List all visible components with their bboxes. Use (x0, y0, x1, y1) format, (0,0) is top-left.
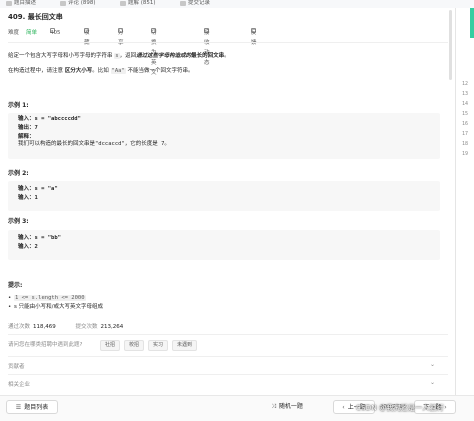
related-companies-section[interactable]: 相关企业 (8, 380, 30, 388)
problem-title: 409. 最长回文串 (8, 13, 63, 21)
divider (8, 356, 448, 357)
divider (8, 374, 448, 375)
code-editor-gutter: 12 13 14 15 16 17 18 19 (456, 8, 474, 403)
watermark: CSDN @我究还是一人独行 (356, 404, 444, 412)
example-block: 输入：s = "abccccdd" 输出：7 解释： 我们可以构造的最长的回文串… (8, 113, 440, 159)
example-block: 输入：s = "a" 输入：1 (8, 181, 440, 211)
line-number: 15 (462, 111, 469, 117)
comment-icon (60, 0, 66, 6)
chevron-left-icon: ‹ (342, 404, 345, 411)
tab-description[interactable]: 题目描述 (6, 0, 36, 8)
example-heading: 示例 2: (8, 170, 29, 177)
line-number: 12 (462, 81, 469, 87)
tab-solutions[interactable]: 题解 (851) (120, 0, 156, 8)
history-icon (180, 0, 186, 6)
problem-list-button[interactable]: ☰ 题目列表 (6, 400, 58, 414)
line-number: 18 (462, 141, 469, 147)
problem-description-1: 给定一个包含大写字母和小写字母的字符串 s，返回通过这些字母构造成的最长的回文串… (8, 53, 230, 59)
hint-item: s 只能由小写和/或大写英文字母组成 (8, 303, 103, 311)
inline-code: "Aa" (110, 68, 126, 74)
example-block: 输入：s = "bb" 输入：2 (8, 230, 440, 260)
divider (8, 334, 448, 335)
stats-row: 通过次数 118,469 提交次数 213,264 (8, 324, 124, 330)
divider (8, 42, 448, 43)
chip-not-encountered[interactable]: 未遇到 (172, 340, 198, 351)
tab-submissions[interactable]: 提交记录 (180, 0, 210, 8)
line-number: 14 (462, 101, 469, 107)
chip-campus-hire[interactable]: 校招 (124, 340, 145, 351)
line-number: 13 (462, 91, 469, 97)
chip-social-hire[interactable]: 社招 (100, 340, 121, 351)
editor-accent-bar (470, 8, 474, 38)
contributors-section[interactable]: 贡献者 (8, 362, 25, 370)
difficulty-badge: 简单 (26, 30, 38, 36)
interview-question: 请问您在哪类招聘中遇到此题? (8, 342, 83, 348)
chip-internship[interactable]: 实习 (148, 340, 169, 351)
problem-description-2: 在构造过程中，请注意 区分大小写。比如 "Aa" 不能当做一个回文字符串。 (8, 68, 194, 74)
line-number: 16 (462, 121, 469, 127)
list-icon: ☰ (15, 404, 22, 411)
difficulty-label: 难度 (8, 30, 20, 36)
scrollbar-thumb[interactable] (449, 10, 452, 80)
document-icon (6, 0, 12, 6)
lock-icon[interactable]: ⌄ (430, 379, 435, 386)
solution-icon (120, 0, 126, 6)
line-number: 19 (462, 151, 469, 157)
passed-count: 118,469 (33, 324, 56, 330)
submitted-count: 213,264 (100, 324, 124, 330)
shuffle-icon: ⤨ (271, 403, 276, 410)
example-heading: 示例 3: (8, 218, 29, 225)
hints-heading: 提示: (8, 282, 23, 289)
random-problem-button[interactable]: ⤨ 随机一题 (262, 400, 312, 414)
line-number: 17 (462, 131, 469, 137)
example-heading: 示例 1: (8, 102, 29, 109)
tab-comments[interactable]: 评论 (898) (60, 0, 96, 8)
hint-item: 1 <= s.length <= 2000 (8, 294, 86, 302)
chevron-down-icon[interactable]: ⌄ (430, 361, 435, 368)
problem-meta-row: 难度 简单 405 收藏 分享 切换为英文 接收动态 反馈 (8, 28, 257, 76)
chevron-right-icon: › (444, 404, 447, 411)
